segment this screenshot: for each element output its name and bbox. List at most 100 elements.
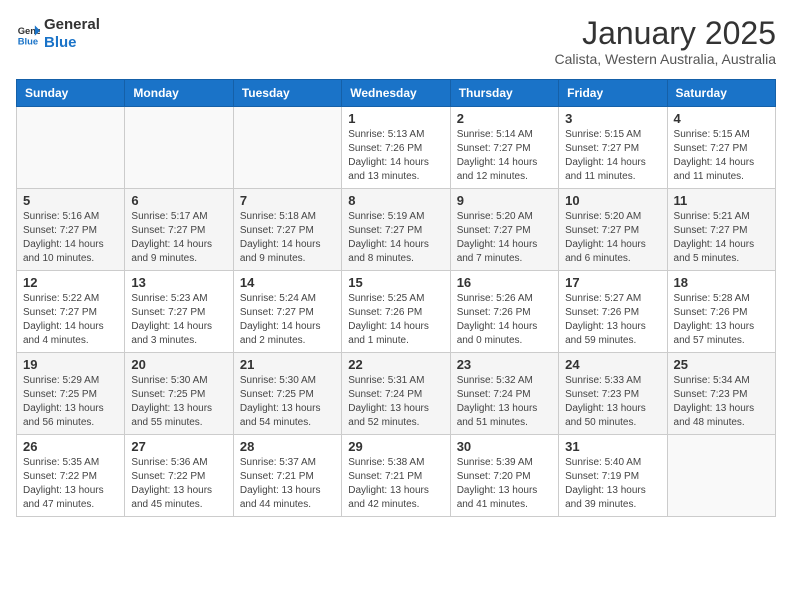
day-header-tuesday: Tuesday (233, 80, 341, 107)
calendar-cell: 5 Sunrise: 5:16 AM Sunset: 7:27 PM Daylig… (17, 189, 125, 271)
day-info: Sunrise: 5:20 AM Sunset: 7:27 PM Dayligh… (457, 210, 552, 266)
day-number: 19 (23, 357, 118, 372)
calendar-week-row: 5 Sunrise: 5:16 AM Sunset: 7:27 PM Daylig… (17, 189, 776, 271)
calendar-week-row: 12Sunrise: 5:22 AM Sunset: 7:27 PM Dayli… (17, 271, 776, 353)
day-number: 8 (348, 193, 443, 208)
calendar-cell: 22Sunrise: 5:31 AM Sunset: 7:24 PM Dayli… (342, 353, 450, 435)
day-number: 11 (674, 193, 769, 208)
calendar-cell: 8 Sunrise: 5:19 AM Sunset: 7:27 PM Daylig… (342, 189, 450, 271)
day-header-monday: Monday (125, 80, 233, 107)
calendar-cell: 4 Sunrise: 5:15 AM Sunset: 7:27 PM Daylig… (667, 107, 775, 189)
day-number: 3 (565, 111, 660, 126)
day-number: 5 (23, 193, 118, 208)
title-area: January 2025 Calista, Western Australia,… (554, 16, 776, 67)
calendar-cell: 9 Sunrise: 5:20 AM Sunset: 7:27 PM Daylig… (450, 189, 558, 271)
day-header-saturday: Saturday (667, 80, 775, 107)
day-info: Sunrise: 5:26 AM Sunset: 7:26 PM Dayligh… (457, 292, 552, 348)
day-info: Sunrise: 5:16 AM Sunset: 7:27 PM Dayligh… (23, 210, 118, 266)
calendar-cell: 2 Sunrise: 5:14 AM Sunset: 7:27 PM Daylig… (450, 107, 558, 189)
day-number: 16 (457, 275, 552, 290)
day-info: Sunrise: 5:27 AM Sunset: 7:26 PM Dayligh… (565, 292, 660, 348)
day-number: 1 (348, 111, 443, 126)
calendar-cell (125, 107, 233, 189)
day-info: Sunrise: 5:39 AM Sunset: 7:20 PM Dayligh… (457, 456, 552, 512)
calendar-cell: 29Sunrise: 5:38 AM Sunset: 7:21 PM Dayli… (342, 435, 450, 517)
calendar-cell: 1 Sunrise: 5:13 AM Sunset: 7:26 PM Daylig… (342, 107, 450, 189)
location-title: Calista, Western Australia, Australia (554, 51, 776, 67)
day-info: Sunrise: 5:30 AM Sunset: 7:25 PM Dayligh… (240, 374, 335, 430)
day-header-wednesday: Wednesday (342, 80, 450, 107)
day-info: Sunrise: 5:19 AM Sunset: 7:27 PM Dayligh… (348, 210, 443, 266)
calendar-cell: 30 Sunrise: 5:39 AM Sunset: 7:20 PM Dayli… (450, 435, 558, 517)
day-header-thursday: Thursday (450, 80, 558, 107)
day-info: Sunrise: 5:30 AM Sunset: 7:25 PM Dayligh… (131, 374, 226, 430)
day-info: Sunrise: 5:37 AM Sunset: 7:21 PM Dayligh… (240, 456, 335, 512)
day-info: Sunrise: 5:40 AM Sunset: 7:19 PM Dayligh… (565, 456, 660, 512)
calendar-week-row: 1 Sunrise: 5:13 AM Sunset: 7:26 PM Daylig… (17, 107, 776, 189)
day-number: 23 (457, 357, 552, 372)
day-number: 25 (674, 357, 769, 372)
day-number: 30 (457, 439, 552, 454)
day-header-sunday: Sunday (17, 80, 125, 107)
day-info: Sunrise: 5:20 AM Sunset: 7:27 PM Dayligh… (565, 210, 660, 266)
calendar-cell: 13Sunrise: 5:23 AM Sunset: 7:27 PM Dayli… (125, 271, 233, 353)
calendar-cell: 20 Sunrise: 5:30 AM Sunset: 7:25 PM Dayli… (125, 353, 233, 435)
calendar-cell: 26 Sunrise: 5:35 AM Sunset: 7:22 PM Dayli… (17, 435, 125, 517)
day-number: 9 (457, 193, 552, 208)
calendar-header-row: SundayMondayTuesdayWednesdayThursdayFrid… (17, 80, 776, 107)
day-number: 2 (457, 111, 552, 126)
day-number: 10 (565, 193, 660, 208)
day-info: Sunrise: 5:18 AM Sunset: 7:27 PM Dayligh… (240, 210, 335, 266)
calendar-cell: 23 Sunrise: 5:32 AM Sunset: 7:24 PM Dayli… (450, 353, 558, 435)
day-number: 7 (240, 193, 335, 208)
logo-general-text: General (44, 16, 100, 33)
logo-icon: General Blue (16, 22, 40, 46)
day-info: Sunrise: 5:34 AM Sunset: 7:23 PM Dayligh… (674, 374, 769, 430)
day-number: 21 (240, 357, 335, 372)
day-info: Sunrise: 5:15 AM Sunset: 7:27 PM Dayligh… (565, 128, 660, 184)
day-info: Sunrise: 5:21 AM Sunset: 7:27 PM Dayligh… (674, 210, 769, 266)
day-info: Sunrise: 5:33 AM Sunset: 7:23 PM Dayligh… (565, 374, 660, 430)
calendar-cell: 15Sunrise: 5:25 AM Sunset: 7:26 PM Dayli… (342, 271, 450, 353)
calendar-cell (233, 107, 341, 189)
calendar-cell: 31 Sunrise: 5:40 AM Sunset: 7:19 PM Dayli… (559, 435, 667, 517)
calendar-cell: 25 Sunrise: 5:34 AM Sunset: 7:23 PM Dayli… (667, 353, 775, 435)
calendar-week-row: 19 Sunrise: 5:29 AM Sunset: 7:25 PM Dayli… (17, 353, 776, 435)
day-info: Sunrise: 5:28 AM Sunset: 7:26 PM Dayligh… (674, 292, 769, 348)
day-info: Sunrise: 5:13 AM Sunset: 7:26 PM Dayligh… (348, 128, 443, 184)
day-info: Sunrise: 5:25 AM Sunset: 7:26 PM Dayligh… (348, 292, 443, 348)
day-info: Sunrise: 5:15 AM Sunset: 7:27 PM Dayligh… (674, 128, 769, 184)
calendar-week-row: 26 Sunrise: 5:35 AM Sunset: 7:22 PM Dayli… (17, 435, 776, 517)
calendar-cell: 27Sunrise: 5:36 AM Sunset: 7:22 PM Dayli… (125, 435, 233, 517)
day-number: 17 (565, 275, 660, 290)
day-number: 29 (348, 439, 443, 454)
day-info: Sunrise: 5:29 AM Sunset: 7:25 PM Dayligh… (23, 374, 118, 430)
calendar-cell: 16 Sunrise: 5:26 AM Sunset: 7:26 PM Dayli… (450, 271, 558, 353)
logo: General Blue General Blue (16, 16, 100, 51)
day-number: 20 (131, 357, 226, 372)
calendar-cell: 10 Sunrise: 5:20 AM Sunset: 7:27 PM Dayli… (559, 189, 667, 271)
svg-text:Blue: Blue (18, 35, 38, 46)
header: General Blue General Blue January 2025 C… (16, 16, 776, 67)
calendar-cell: 17 Sunrise: 5:27 AM Sunset: 7:26 PM Dayli… (559, 271, 667, 353)
day-number: 26 (23, 439, 118, 454)
month-title: January 2025 (554, 16, 776, 51)
calendar-cell (667, 435, 775, 517)
day-number: 24 (565, 357, 660, 372)
day-info: Sunrise: 5:31 AM Sunset: 7:24 PM Dayligh… (348, 374, 443, 430)
day-info: Sunrise: 5:24 AM Sunset: 7:27 PM Dayligh… (240, 292, 335, 348)
calendar-cell: 3 Sunrise: 5:15 AM Sunset: 7:27 PM Daylig… (559, 107, 667, 189)
day-number: 18 (674, 275, 769, 290)
day-number: 14 (240, 275, 335, 290)
day-info: Sunrise: 5:23 AM Sunset: 7:27 PM Dayligh… (131, 292, 226, 348)
calendar-cell: 18 Sunrise: 5:28 AM Sunset: 7:26 PM Dayli… (667, 271, 775, 353)
day-info: Sunrise: 5:32 AM Sunset: 7:24 PM Dayligh… (457, 374, 552, 430)
calendar-cell (17, 107, 125, 189)
day-info: Sunrise: 5:14 AM Sunset: 7:27 PM Dayligh… (457, 128, 552, 184)
day-number: 4 (674, 111, 769, 126)
calendar-cell: 7 Sunrise: 5:18 AM Sunset: 7:27 PM Daylig… (233, 189, 341, 271)
day-number: 27 (131, 439, 226, 454)
day-number: 31 (565, 439, 660, 454)
day-info: Sunrise: 5:35 AM Sunset: 7:22 PM Dayligh… (23, 456, 118, 512)
day-header-friday: Friday (559, 80, 667, 107)
